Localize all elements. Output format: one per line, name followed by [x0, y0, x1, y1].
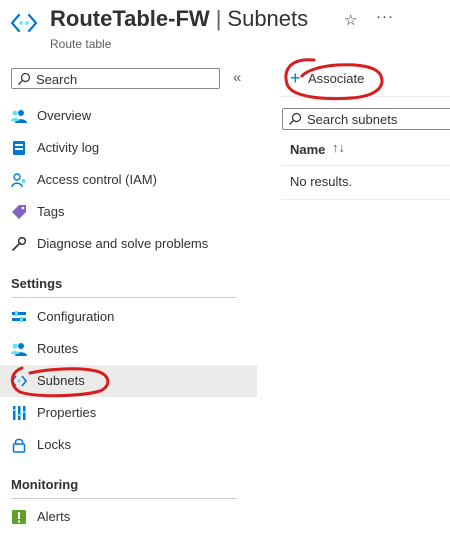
sidebar-item-label: Properties: [37, 405, 97, 420]
command-bar-divider: [280, 96, 450, 97]
tag-icon: [12, 205, 26, 219]
sidebar-item-label: Diagnose and solve problems: [37, 236, 209, 251]
properties-icon: [12, 406, 26, 420]
section-divider: [11, 498, 237, 499]
search-subnets-placeholder: Search subnets: [307, 112, 398, 127]
grid-row-divider: [282, 199, 450, 200]
blade-header: RouteTable-FW | Subnets Route table ☆ ···: [0, 0, 450, 60]
sidebar-item-label: Activity log: [37, 140, 100, 155]
page-title: RouteTable-FW | Subnets: [50, 6, 308, 32]
wrench-icon: [12, 236, 27, 251]
section-divider: [11, 297, 237, 298]
star-outline-icon[interactable]: ☆: [344, 11, 357, 29]
overview-icon: [11, 110, 27, 123]
resource-type: Route table: [50, 37, 112, 51]
sidebar-item-routes[interactable]: Routes: [0, 333, 257, 365]
sidebar-item-label: Tags: [37, 204, 65, 219]
subnets-icon: [11, 375, 27, 387]
iam-icon: [11, 173, 26, 188]
title-separator: |: [215, 6, 222, 31]
page-name: Subnets: [227, 6, 309, 31]
sidebar-item-alerts[interactable]: Alerts: [0, 501, 257, 533]
route-table-icon: [10, 13, 38, 33]
settings-section-header: Settings: [11, 276, 63, 291]
collapse-sidebar-icon[interactable]: «: [233, 69, 241, 86]
configuration-icon: [12, 311, 26, 322]
sidebar-item-properties[interactable]: Properties: [0, 397, 257, 429]
sidebar-item-subnets[interactable]: Subnets: [0, 365, 257, 397]
sidebar-item-access-control[interactable]: Access control (IAM): [0, 164, 257, 196]
activity-log-icon: [13, 141, 25, 155]
ellipsis-icon[interactable]: ···: [376, 8, 394, 25]
associate-label: Associate: [308, 71, 365, 86]
column-header-name[interactable]: Name: [290, 142, 325, 157]
sidebar-item-label: Overview: [37, 108, 92, 123]
plus-icon: +: [290, 68, 301, 88]
sidebar-item-label: Subnets: [37, 373, 85, 388]
sidebar-item-tags[interactable]: Tags: [0, 196, 257, 228]
search-subnets-input[interactable]: Search subnets: [282, 108, 450, 130]
sidebar-item-label: Access control (IAM): [37, 172, 157, 187]
sidebar-item-activity-log[interactable]: Activity log: [0, 132, 257, 164]
lock-icon: [12, 438, 26, 453]
sidebar-item-label: Routes: [37, 341, 79, 356]
sidebar-item-configuration[interactable]: Configuration: [0, 301, 257, 333]
monitoring-section-header: Monitoring: [11, 477, 79, 492]
routes-icon: [11, 343, 27, 356]
sidebar-item-locks[interactable]: Locks: [0, 429, 257, 461]
sidebar-search-input[interactable]: Search: [11, 68, 220, 89]
sort-icon[interactable]: ↑↓: [332, 140, 345, 155]
resource-name: RouteTable-FW: [50, 6, 210, 31]
empty-state-text: No results.: [290, 174, 353, 189]
grid-header-divider: [282, 165, 450, 166]
search-icon: [289, 112, 302, 125]
sidebar-item-label: Alerts: [37, 509, 71, 524]
sidebar-search-placeholder: Search: [36, 72, 78, 87]
sidebar-item-label: Locks: [37, 437, 71, 452]
sidebar-item-overview[interactable]: Overview: [0, 100, 257, 132]
alerts-icon: [12, 510, 26, 524]
search-icon: [18, 72, 31, 85]
sidebar-item-label: Configuration: [37, 309, 115, 324]
sidebar-item-diagnose[interactable]: Diagnose and solve problems: [0, 228, 257, 260]
